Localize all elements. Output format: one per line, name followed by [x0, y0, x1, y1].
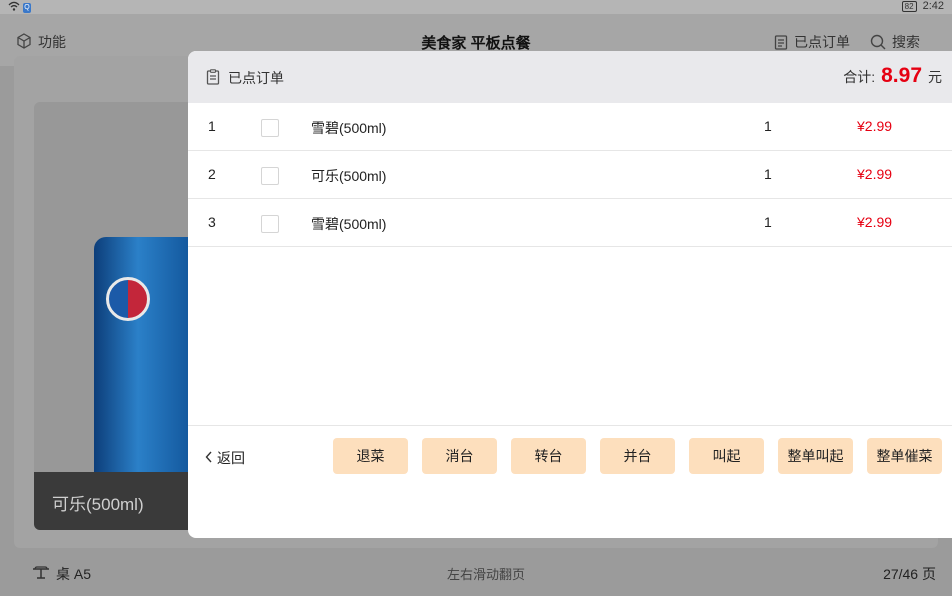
back-button[interactable]: 返回: [205, 448, 245, 468]
product-name: 可乐(500ml): [34, 472, 204, 530]
total-label: 合计:: [843, 69, 876, 85]
total-amount: 8.97: [881, 64, 922, 87]
action-bar: 返回 退菜 消台 转台 并台 叫起 整单叫起 整单催菜: [188, 425, 952, 538]
row-checkbox[interactable]: [261, 167, 279, 185]
wifi-icon: [8, 1, 20, 14]
product-card[interactable]: 可乐(500ml): [34, 102, 204, 530]
item-price: ¥2.99: [857, 214, 893, 230]
bottom-bar: 桌 A5 左右滑动翻页 27/46 页: [0, 556, 952, 596]
brand-logo: [106, 277, 150, 321]
call-up-button[interactable]: 叫起: [689, 438, 764, 474]
orders-modal: 已点订单 合计: 8.97 元 1 雪碧(500ml) 1 ¥2.99 2 可乐…: [188, 51, 952, 538]
search-label: 搜索: [892, 34, 920, 50]
page-indicator: 27/46 页: [883, 566, 936, 582]
chevron-left-icon: [205, 450, 213, 466]
order-list: 1 雪碧(500ml) 1 ¥2.99 2 可乐(500ml) 1 ¥2.99 …: [188, 103, 952, 247]
row-index: 3: [208, 214, 216, 230]
call-up-all-button[interactable]: 整单叫起: [778, 438, 853, 474]
vpn-icon: Q: [23, 2, 31, 13]
clock: 2:42: [922, 0, 944, 12]
row-index: 2: [208, 166, 216, 182]
transfer-table-button[interactable]: 转台: [511, 438, 586, 474]
item-quantity: 1: [764, 166, 772, 182]
item-price: ¥2.99: [857, 118, 893, 134]
clipboard-icon: [774, 34, 788, 50]
item-name: 雪碧(500ml): [311, 216, 387, 232]
row-checkbox[interactable]: [261, 119, 279, 137]
search-button[interactable]: 搜索: [870, 32, 920, 52]
row-checkbox[interactable]: [261, 215, 279, 233]
return-dish-button[interactable]: 退菜: [333, 438, 408, 474]
table-row: 2 可乐(500ml) 1 ¥2.99: [188, 151, 952, 199]
item-quantity: 1: [764, 214, 772, 230]
search-icon: [870, 34, 886, 50]
item-price: ¥2.99: [857, 166, 893, 182]
back-label: 返回: [217, 450, 245, 466]
clear-table-button[interactable]: 消台: [422, 438, 497, 474]
battery-indicator: 82: [901, 0, 917, 12]
total-unit: 元: [928, 69, 942, 85]
item-name: 可乐(500ml): [311, 168, 387, 184]
item-name: 雪碧(500ml): [311, 120, 387, 136]
clipboard-icon: [206, 68, 220, 88]
rush-all-button[interactable]: 整单催菜: [867, 438, 942, 474]
table-row: 1 雪碧(500ml) 1 ¥2.99: [188, 103, 952, 151]
orders-label: 已点订单: [794, 34, 850, 50]
orders-button[interactable]: 已点订单: [774, 32, 850, 52]
status-bar: Q 82 2:42: [0, 0, 952, 14]
order-total: 合计: 8.97 元: [843, 64, 942, 88]
merge-table-button[interactable]: 并台: [600, 438, 675, 474]
modal-header: 已点订单 合计: 8.97 元: [188, 51, 952, 103]
swipe-hint: 左右滑动翻页: [446, 567, 525, 582]
table-row: 3 雪碧(500ml) 1 ¥2.99: [188, 199, 952, 247]
item-quantity: 1: [764, 118, 772, 134]
modal-title: 已点订单: [228, 70, 284, 86]
row-index: 1: [208, 118, 216, 134]
